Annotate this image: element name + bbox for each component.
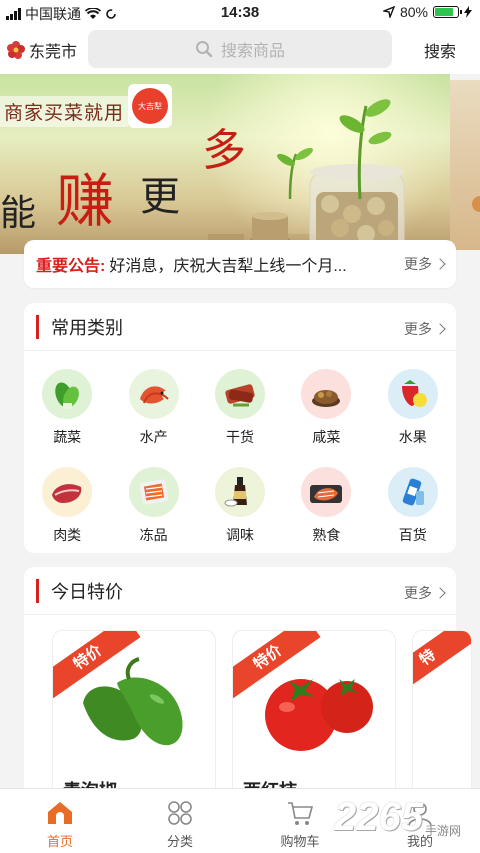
deals-more-link[interactable]: 更多 bbox=[404, 583, 446, 603]
tab-label: 购物车 bbox=[280, 834, 320, 849]
category-label: 水产 bbox=[139, 429, 168, 445]
chevron-right-icon bbox=[434, 323, 446, 335]
brand-logo: 大吉犁 bbox=[128, 84, 172, 128]
banner-slogan: 商家买菜就用 bbox=[0, 96, 129, 127]
category-icon bbox=[165, 799, 195, 827]
banner-char: 赚 bbox=[56, 167, 115, 235]
category-label: 蔬菜 bbox=[53, 429, 82, 445]
category-label: 调味 bbox=[225, 527, 254, 543]
category-item-fruit[interactable]: 水果 bbox=[370, 369, 456, 447]
home-icon bbox=[45, 799, 75, 827]
categories-card: 常用类别 更多 蔬菜 水产 干货 咸菜 水果 肉类 冻品 调味 熟食 百货 bbox=[24, 303, 456, 553]
banner-char: 多 bbox=[202, 125, 246, 176]
category-item-groceries[interactable]: 百货 bbox=[370, 467, 456, 545]
watermark: 2265 手游网 bbox=[334, 795, 461, 839]
category-item-frozen[interactable]: 冻品 bbox=[110, 467, 196, 545]
battery-icon bbox=[433, 6, 462, 18]
fruit-icon bbox=[387, 369, 438, 419]
category-item-cooked-food[interactable]: 熟食 bbox=[283, 467, 369, 545]
seasoning-icon bbox=[214, 467, 265, 517]
section-title: 常用类别 bbox=[51, 317, 123, 338]
meat-icon bbox=[42, 467, 93, 517]
category-label: 冻品 bbox=[139, 527, 168, 543]
sprout-image bbox=[277, 99, 392, 200]
tab-label: 首页 bbox=[46, 834, 73, 849]
category-item-seasoning[interactable]: 调味 bbox=[197, 467, 283, 545]
location-arrow-icon bbox=[382, 6, 395, 18]
announcement-more-link[interactable]: 更多 bbox=[404, 254, 446, 274]
category-label: 水果 bbox=[398, 429, 427, 445]
cart-icon bbox=[285, 799, 315, 827]
category-label: 熟食 bbox=[312, 527, 341, 543]
top-bar: 东莞市 搜索商品 搜索 bbox=[0, 24, 480, 74]
category-label: 干货 bbox=[225, 429, 254, 445]
flower-icon bbox=[7, 41, 25, 59]
section-title: 今日特价 bbox=[51, 581, 123, 602]
deal-item[interactable]: 特价 西红柿 bbox=[232, 630, 396, 800]
category-item-dried-food[interactable]: 干货 bbox=[197, 369, 283, 447]
banner-char: 能 bbox=[0, 193, 37, 234]
announcement-bar[interactable]: 重要公告: 好消息，庆祝大吉犁上线一个月... 更多 bbox=[24, 240, 456, 288]
special-price-badge: 特 bbox=[413, 631, 471, 701]
category-label: 百货 bbox=[398, 527, 427, 543]
deals-list: 特价 青泡椒 特价 西红柿 特 bbox=[24, 630, 480, 800]
frozen-food-icon bbox=[128, 467, 179, 517]
section-accent-bar bbox=[36, 578, 39, 603]
category-item-pickles[interactable]: 咸菜 bbox=[283, 369, 369, 447]
vegetable-icon bbox=[42, 369, 93, 419]
deal-item[interactable]: 特 bbox=[412, 630, 472, 800]
status-bar: 中国联通 14:38 80% bbox=[0, 0, 480, 24]
category-item-vegetables[interactable]: 蔬菜 bbox=[24, 369, 110, 447]
tab-home[interactable]: 首页 bbox=[0, 789, 120, 853]
category-item-seafood[interactable]: 水产 bbox=[110, 369, 196, 447]
charging-icon bbox=[464, 6, 472, 18]
category-label: 肉类 bbox=[53, 527, 82, 543]
groceries-icon bbox=[387, 467, 438, 517]
green-pepper-image bbox=[83, 657, 183, 746]
category-label: 咸菜 bbox=[312, 429, 341, 445]
search-input[interactable]: 搜索商品 bbox=[88, 30, 392, 68]
announcement-text: 好消息，庆祝大吉犁上线一个月... bbox=[109, 258, 347, 275]
section-accent-bar bbox=[36, 314, 39, 339]
chevron-right-icon bbox=[434, 258, 446, 270]
tomato-image bbox=[265, 679, 373, 751]
pickles-icon bbox=[301, 369, 352, 419]
announcement-tag: 重要公告: bbox=[36, 258, 106, 275]
city-selector[interactable]: 东莞市 bbox=[6, 38, 77, 62]
category-item-meat[interactable]: 肉类 bbox=[24, 467, 110, 545]
seafood-icon bbox=[128, 369, 179, 419]
tab-label: 分类 bbox=[166, 834, 193, 849]
deal-item[interactable]: 特价 青泡椒 bbox=[52, 630, 216, 800]
categories-more-link[interactable]: 更多 bbox=[404, 319, 446, 339]
cooked-food-icon bbox=[301, 467, 352, 517]
search-button[interactable]: 搜索 bbox=[424, 38, 456, 62]
search-placeholder: 搜索商品 bbox=[220, 43, 285, 60]
dried-food-icon bbox=[214, 369, 265, 419]
banner-next-slide bbox=[450, 80, 480, 250]
battery-percent: 80% bbox=[399, 4, 428, 20]
tab-category[interactable]: 分类 bbox=[120, 789, 240, 853]
city-name: 东莞市 bbox=[29, 44, 78, 61]
chevron-right-icon bbox=[434, 587, 446, 599]
search-icon bbox=[195, 41, 213, 58]
promo-banner[interactable]: 商家买菜就用 大吉犁 能 赚 更 多 bbox=[0, 74, 450, 254]
banner-char: 更 bbox=[140, 174, 180, 220]
